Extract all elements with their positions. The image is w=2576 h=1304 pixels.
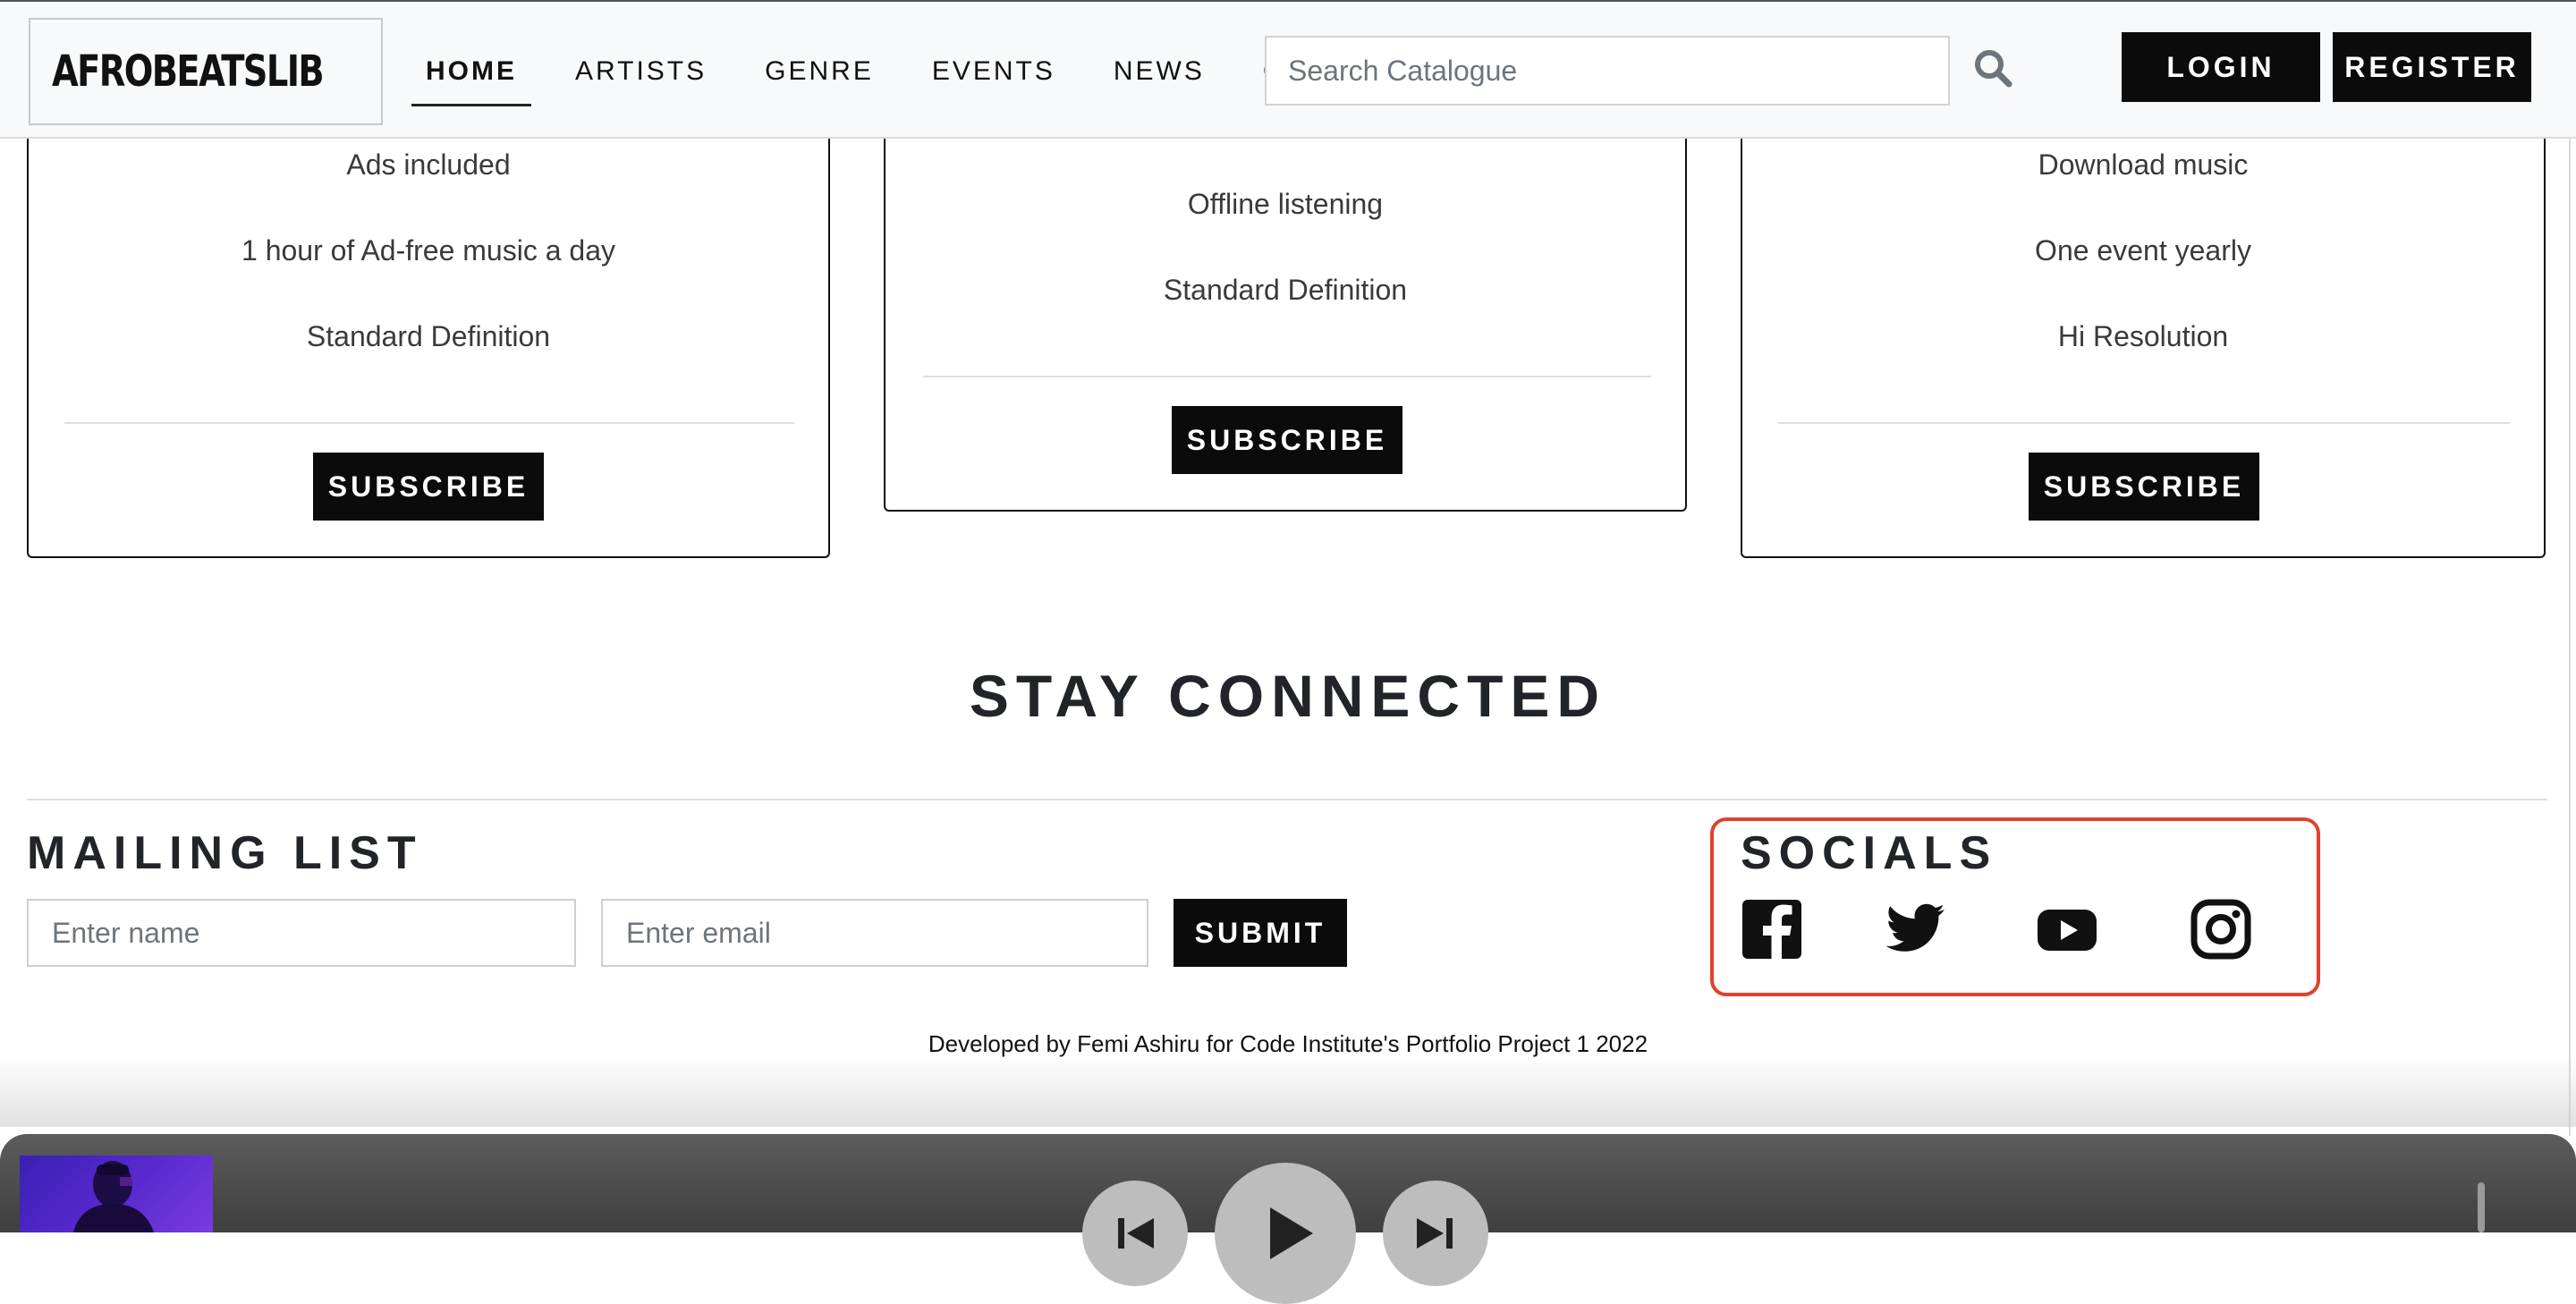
card-divider [64, 422, 794, 424]
footer-credits: Developed by Femi Ashiru for Code Instit… [928, 1030, 1648, 1057]
card-divider [923, 376, 1651, 377]
nav-artists[interactable]: ARTISTS [561, 2, 721, 140]
artist-photo [73, 1161, 154, 1232]
nav-events[interactable]: EVENTS [918, 2, 1070, 140]
plan-feature: Standard Definition [306, 320, 551, 352]
instagram-icon[interactable] [2190, 898, 2252, 961]
submit-button[interactable]: SUBMIT [1174, 899, 1347, 967]
previous-button[interactable] [1082, 1181, 1188, 1286]
plan-feature: One event yearly [2035, 234, 2251, 267]
plan-card-vip: Download music One event yearly Hi Resol… [1741, 125, 2546, 558]
section-title: STAY CONNECTED [969, 663, 1607, 729]
nav-home[interactable]: HOME [411, 2, 531, 140]
plan-feature: Offline listening [1187, 188, 1384, 220]
plan-feature: 1 hour of Ad-free music a day [242, 234, 615, 267]
site-header: AFROBEATSLIB HOME ARTISTS GENRE EVENTS N… [0, 0, 2576, 139]
logo-text: AFROBEATSLIB [52, 47, 325, 97]
nav-news[interactable]: NEWS [1099, 2, 1219, 140]
plan-feature: Hi Resolution [2057, 320, 2229, 352]
nav-genre[interactable]: GENRE [750, 2, 888, 140]
section-divider [27, 799, 2547, 800]
twitter-icon[interactable] [1884, 898, 1946, 961]
play-icon [1270, 1207, 1313, 1259]
next-icon [1417, 1218, 1453, 1249]
page-edge [2569, 125, 2571, 1136]
youtube-icon[interactable] [2036, 898, 2098, 961]
plan-feature: Download music [2038, 148, 2249, 181]
facebook-icon[interactable] [1741, 898, 1803, 961]
search-icon[interactable] [1971, 47, 2014, 89]
player-shadow [0, 1055, 2576, 1127]
plan-feature: Ads included [346, 148, 511, 181]
mailing-list-title: MAILING LIST [27, 827, 423, 879]
login-button[interactable]: LOGIN [2122, 32, 2320, 102]
subscribe-button[interactable]: SUBSCRIBE [313, 453, 544, 521]
search-input[interactable] [1265, 36, 1950, 106]
subscribe-button[interactable]: SUBSCRIBE [1172, 406, 1402, 474]
name-field[interactable] [27, 899, 576, 967]
play-button[interactable] [1215, 1163, 1356, 1304]
previous-icon [1118, 1218, 1154, 1249]
register-button[interactable]: REGISTER [2333, 32, 2531, 102]
next-button[interactable] [1383, 1181, 1488, 1286]
volume-handle[interactable] [2478, 1182, 2485, 1232]
album-art[interactable] [20, 1156, 213, 1232]
email-field[interactable] [601, 899, 1148, 967]
subscribe-button[interactable]: SUBSCRIBE [2029, 453, 2259, 521]
site-logo[interactable]: AFROBEATSLIB [29, 18, 383, 125]
plan-card-premium: Offline listening Standard Definition SU… [884, 125, 1687, 512]
plan-card-free: Ads included 1 hour of Ad-free music a d… [27, 125, 830, 558]
plan-feature: Standard Definition [1163, 274, 1408, 306]
socials-title: SOCIALS [1741, 827, 1998, 879]
card-divider [1778, 422, 2510, 424]
